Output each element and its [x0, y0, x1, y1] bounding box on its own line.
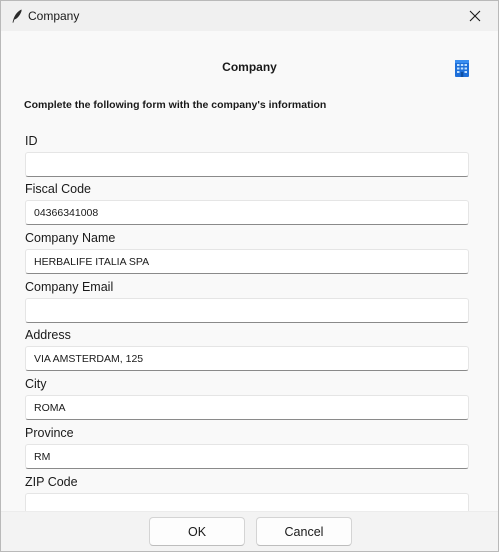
- title-bar: Company: [1, 1, 498, 31]
- id-input[interactable]: [25, 152, 469, 177]
- company-dialog: Company Company Complete the following f…: [0, 0, 499, 552]
- province-label: Province: [25, 426, 74, 440]
- company-name-input[interactable]: [25, 249, 469, 274]
- page-title: Company: [222, 60, 277, 74]
- company-email-input[interactable]: [25, 298, 469, 323]
- id-label: ID: [25, 134, 38, 148]
- form-content: Company Complete the following form with…: [1, 31, 498, 518]
- city-input[interactable]: [25, 395, 469, 420]
- ok-button[interactable]: OK: [149, 517, 245, 546]
- building-icon: [452, 58, 472, 78]
- company-email-label: Company Email: [25, 280, 114, 294]
- cancel-button[interactable]: Cancel: [256, 517, 352, 546]
- fiscal-code-label: Fiscal Code: [25, 182, 91, 196]
- window-title: Company: [28, 9, 80, 23]
- province-input[interactable]: [25, 444, 469, 469]
- zip-code-label: ZIP Code: [25, 475, 78, 489]
- city-label: City: [25, 377, 47, 391]
- feather-icon: [9, 8, 25, 24]
- address-label: Address: [25, 328, 71, 342]
- fiscal-code-input[interactable]: [25, 200, 469, 225]
- close-button[interactable]: [452, 1, 498, 31]
- address-input[interactable]: [25, 346, 469, 371]
- form-instruction: Complete the following form with the com…: [24, 99, 327, 111]
- company-name-label: Company Name: [25, 231, 116, 245]
- dialog-footer: OK Cancel: [1, 511, 498, 551]
- close-icon: [469, 10, 481, 22]
